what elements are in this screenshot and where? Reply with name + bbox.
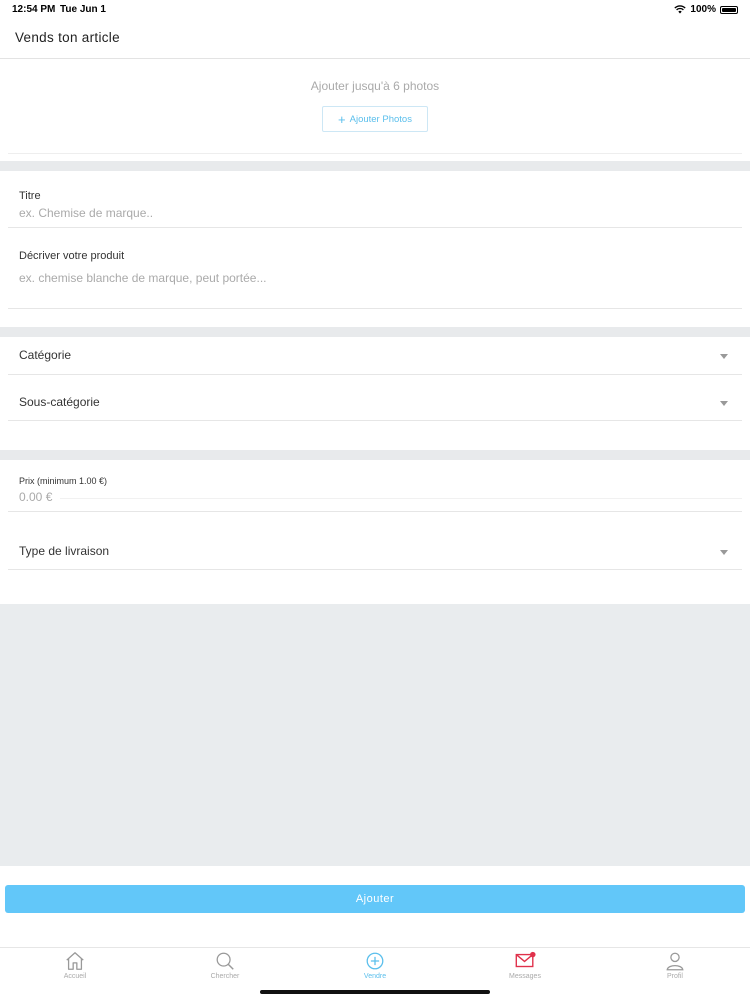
- photos-section: Ajouter jusqu'à 6 photos + Ajouter Photo…: [0, 59, 750, 161]
- section-separator: [0, 450, 750, 460]
- submit-button[interactable]: Ajouter: [5, 885, 745, 913]
- price-input[interactable]: 0.00 €: [19, 490, 52, 504]
- battery-icon: [720, 5, 738, 14]
- page-title: Vends ton article: [15, 30, 120, 45]
- caret-down-icon: [720, 401, 728, 406]
- divider: [8, 374, 742, 375]
- divider: [8, 308, 742, 309]
- tab-label: Vendre: [363, 973, 387, 980]
- divider: [8, 511, 742, 512]
- divider: [8, 227, 742, 228]
- empty-area: [0, 604, 750, 866]
- add-photos-label: Ajouter Photos: [349, 113, 412, 125]
- delivery-label: Type de livraison: [19, 544, 110, 558]
- title-input[interactable]: ex. Chemise de marque..: [19, 206, 153, 220]
- home-indicator: [260, 990, 490, 994]
- user-icon: [666, 952, 684, 971]
- caret-down-icon: [720, 550, 728, 555]
- category-select[interactable]: Catégorie: [0, 338, 750, 374]
- status-right: 100%: [674, 4, 738, 15]
- divider: [8, 153, 742, 154]
- mail-icon: [515, 951, 536, 968]
- divider: [8, 569, 742, 570]
- category-label: Catégorie: [19, 348, 72, 362]
- battery-percent: 100%: [690, 4, 716, 15]
- status-bar: 12:54 PM Tue Jun 1 100%: [0, 0, 750, 18]
- plus-icon: +: [338, 111, 346, 127]
- caret-down-icon: [720, 354, 728, 359]
- status-time: 12:54 PM: [12, 4, 56, 15]
- delivery-select[interactable]: Type de livraison: [0, 534, 750, 570]
- divider: [8, 420, 742, 421]
- tab-search[interactable]: Chercher: [185, 950, 265, 990]
- description-label: Décriver votre produit: [19, 250, 125, 262]
- section-separator: [0, 327, 750, 337]
- tab-profile[interactable]: Profil: [635, 950, 715, 990]
- description-input[interactable]: ex. chemise blanche de marque, peut port…: [19, 271, 266, 285]
- tab-label: Chercher: [210, 973, 240, 980]
- tab-home[interactable]: Accueil: [35, 950, 115, 990]
- title-label: Titre: [19, 190, 41, 202]
- tab-sell[interactable]: Vendre: [335, 950, 415, 990]
- tab-label: Messages: [509, 973, 541, 980]
- tab-label: Profil: [667, 973, 683, 980]
- subcategory-select[interactable]: Sous-catégorie: [0, 385, 750, 421]
- home-icon: [66, 952, 84, 970]
- add-photos-button[interactable]: + Ajouter Photos: [322, 106, 428, 132]
- tab-label: Accueil: [63, 973, 87, 980]
- divider: [60, 498, 742, 499]
- search-icon: [216, 952, 234, 970]
- wifi-icon: [674, 5, 687, 14]
- page-header: Vends ton article: [0, 18, 750, 59]
- subcategory-label: Sous-catégorie: [19, 395, 100, 409]
- status-date: Tue Jun 1: [60, 4, 106, 15]
- tab-messages[interactable]: Messages: [485, 950, 565, 990]
- photos-hint: Ajouter jusqu'à 6 photos: [310, 79, 440, 93]
- section-separator: [0, 161, 750, 171]
- price-label: Prix (minimum 1.00 €): [19, 476, 108, 486]
- plus-circle-icon: [366, 952, 384, 970]
